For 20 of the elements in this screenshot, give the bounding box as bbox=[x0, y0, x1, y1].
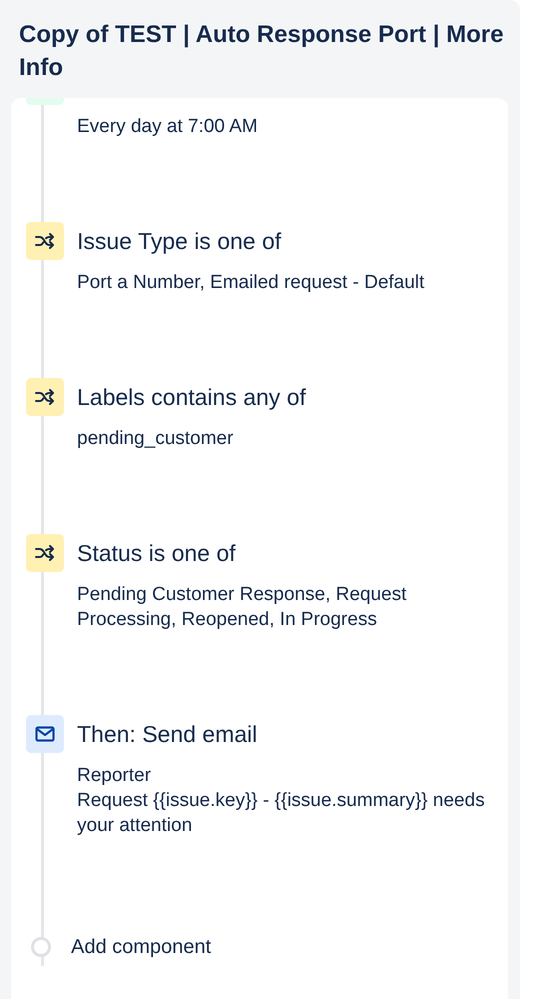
shuffle-icon bbox=[35, 545, 55, 561]
step-description: Port a Number, Emailed request - Default bbox=[77, 271, 426, 295]
step-title[interactable]: Labels contains any of bbox=[77, 382, 306, 412]
step-description: Request {{issue.key}} - {{issue.summary}} needs your attention bbox=[77, 789, 486, 838]
mail-icon bbox=[35, 726, 55, 742]
step-title[interactable]: Then: Send email bbox=[77, 719, 258, 749]
add-component-link[interactable]: Add component bbox=[71, 934, 212, 960]
step-description: Reporter bbox=[77, 764, 152, 788]
shuffle-icon bbox=[35, 233, 55, 249]
condition-icon-badge[interactable] bbox=[26, 378, 64, 416]
action-icon-badge[interactable] bbox=[26, 715, 64, 753]
step-title[interactable]: Status is one of bbox=[77, 538, 236, 568]
step-title[interactable]: Issue Type is one of bbox=[77, 226, 282, 256]
rule-title: Copy of TEST | Auto Response Port | More Info bbox=[19, 20, 505, 83]
step-description: pending_customer bbox=[77, 427, 234, 451]
step-description: Every day at 7:00 AM bbox=[77, 115, 259, 139]
step-description: Pending Customer Response, Request Processing, Reopened, In Progress bbox=[77, 583, 408, 632]
condition-icon-badge[interactable] bbox=[26, 222, 64, 260]
condition-icon-badge[interactable] bbox=[26, 534, 64, 572]
shuffle-icon bbox=[35, 389, 55, 405]
